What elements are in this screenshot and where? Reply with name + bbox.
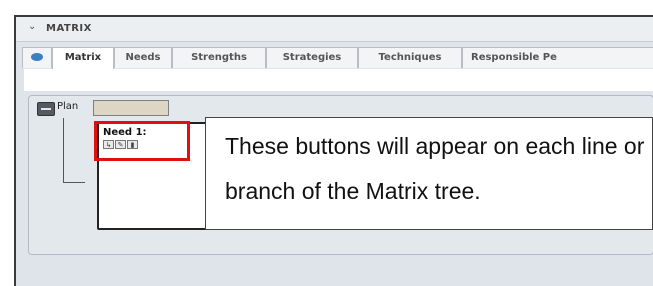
callout-text: These buttons will appear on each line o… (225, 133, 645, 204)
tab-matrix[interactable]: Matrix (52, 47, 114, 70)
tab-strategies[interactable]: Strategies (266, 47, 358, 68)
tree-connector (63, 118, 64, 182)
tab-responsible-person[interactable]: Responsible Pe (462, 47, 653, 68)
tree-connector (63, 182, 85, 183)
eye-icon (31, 53, 43, 61)
tab-needs[interactable]: Needs (114, 47, 172, 68)
chevron-down-icon[interactable]: ⌄ (28, 21, 36, 32)
plan-label: Plan (57, 101, 79, 112)
callout-box: These buttons will appear on each line o… (205, 117, 653, 230)
plan-input[interactable] (93, 100, 169, 116)
panel-title: MATRIX (46, 23, 92, 34)
panel-header[interactable]: ⌄ MATRIX (16, 17, 653, 42)
highlight-box (94, 121, 190, 161)
tab-techniques[interactable]: Techniques (358, 47, 462, 68)
tab-strengths[interactable]: Strengths (172, 47, 266, 68)
tab-view[interactable] (22, 47, 52, 68)
collapse-icon[interactable] (37, 102, 55, 116)
tab-bar: Matrix Needs Strengths Strategies Techni… (22, 47, 653, 70)
tab-content (24, 69, 653, 91)
